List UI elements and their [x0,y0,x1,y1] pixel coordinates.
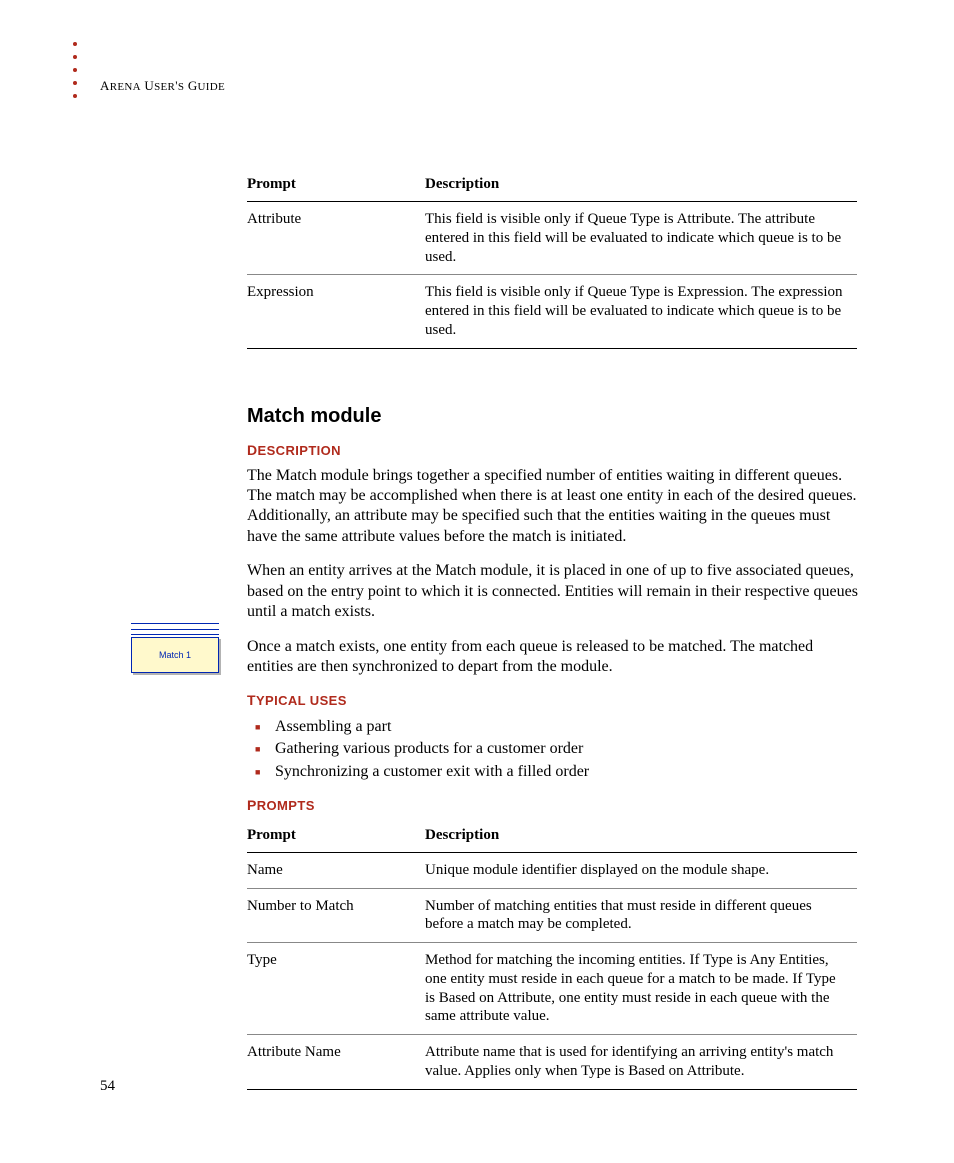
thumb-box: Match 1 [131,637,219,673]
dot-icon [73,81,77,85]
desc-cell: This field is visible only if Queue Type… [425,202,857,275]
table-row: Expression This field is visible only if… [247,275,857,348]
prompts-heading: PROMPTS [247,797,859,813]
desc-cell: Method for matching the incoming entitie… [425,943,857,1035]
table-header: Description [425,170,857,202]
body-paragraph: Once a match exists, one entity from eac… [247,637,859,678]
dot-icon [73,94,77,98]
prompt-cell: Expression [247,275,425,348]
prompt-cell: Type [247,943,425,1035]
prompt-cell: Attribute Name [247,1035,425,1090]
top-prompt-table: Prompt Description Attribute This field … [247,170,857,349]
dot-icon [73,42,77,46]
list-item: Gathering various products for a custome… [247,738,859,760]
prompts-table: Prompt Description Name Unique module id… [247,821,857,1090]
page-number: 54 [100,1078,115,1095]
section-title: Match module [247,405,859,428]
thumb-queue-lines [131,623,219,635]
typical-uses-heading: TYPICAL USES [247,692,859,708]
desc-cell: This field is visible only if Queue Type… [425,275,857,348]
prompt-cell: Name [247,852,425,888]
prompt-cell: Number to Match [247,888,425,943]
running-head: ARENA USER'S GUIDE [100,78,225,94]
uses-list: Assembling a part Gathering various prod… [247,716,859,783]
desc-cell: Number of matching entities that must re… [425,888,857,943]
list-item: Synchronizing a customer exit with a fil… [247,761,859,783]
prompt-cell: Attribute [247,202,425,275]
table-row: Name Unique module identifier displayed … [247,852,857,888]
desc-cell: Unique module identifier displayed on th… [425,852,857,888]
table-header: Prompt [247,821,425,853]
body-paragraph: When an entity arrives at the Match modu… [247,561,859,622]
margin-dots [73,42,77,98]
table-row: Number to Match Number of matching entit… [247,888,857,943]
table-row: Attribute This field is visible only if … [247,202,857,275]
table-header: Prompt [247,170,425,202]
description-heading: DESCRIPTION [247,442,859,458]
table-row: Type Method for matching the incoming en… [247,943,857,1035]
desc-cell: Attribute name that is used for identify… [425,1035,857,1090]
table-header: Description [425,821,857,853]
dot-icon [73,55,77,59]
body-paragraph: The Match module brings together a speci… [247,466,859,548]
page: ARENA USER'S GUIDE Match 1 Prompt Descri… [0,0,954,1150]
module-thumbnail: Match 1 [131,623,219,673]
content: Prompt Description Attribute This field … [247,170,859,1090]
list-item: Assembling a part [247,716,859,738]
dot-icon [73,68,77,72]
thumb-label: Match 1 [159,650,191,660]
table-row: Attribute Name Attribute name that is us… [247,1035,857,1090]
